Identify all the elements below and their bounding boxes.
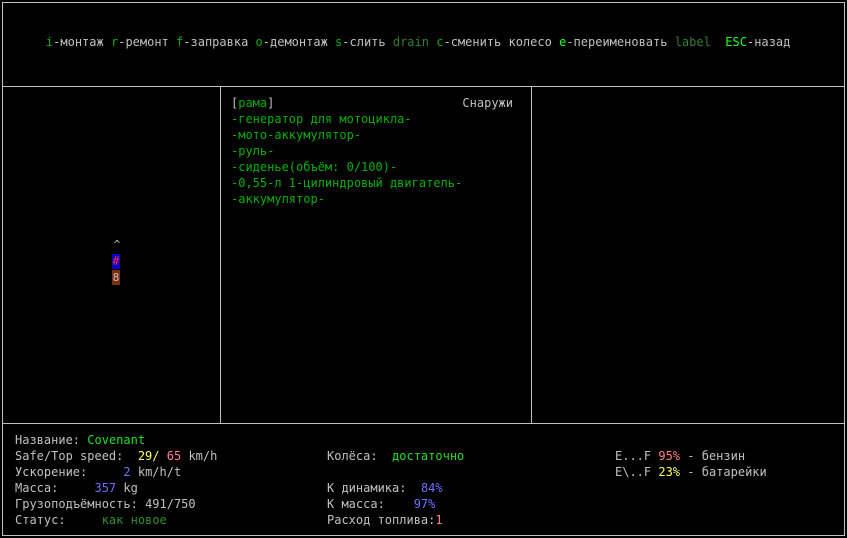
key-drain[interactable]: drain [393,35,429,49]
fuel-percent: 95% [658,449,681,463]
k-mass-value: 97% [413,497,436,511]
part-item-moto-battery[interactable]: -мото-аккумулятор- [231,127,523,143]
part-details-panel [531,87,845,424]
key-refuel[interactable]: f-заправка [176,35,248,49]
key-label[interactable]: label [675,35,711,49]
wheels-value: достаточно [392,449,465,463]
k-dynamics-row: К динамика: 84% [327,481,443,495]
fuel-consumption-value: 1 [435,513,443,527]
part-item-engine[interactable]: -0,55-л 1-цилиндровый двигатель- [231,175,523,191]
seat-tile[interactable]: # [112,254,120,269]
vehicle-name-row: Название: Covenant [15,433,146,447]
vehicle-map-panel: ^ # 8 [2,87,221,424]
key-install[interactable]: i-монтаж [46,35,104,49]
parts-list-header: [рама] Снаружи [231,96,513,110]
battery-gauge: E\..F [615,465,652,479]
mass-row: Масса: 357 kg [15,481,138,495]
part-item-generator[interactable]: -генератор для мотоцикла- [231,111,523,127]
speed-row: Safe/Top speed: 29/ 65 km/h [15,449,218,463]
key-escape[interactable]: ESC-назад [725,35,790,49]
mass-value: 357 [94,481,117,495]
key-repair[interactable]: r-ремонт [111,35,169,49]
acceleration-row: Ускорение: 2 km/h/t [15,465,182,479]
parts-list-panel: [рама] Снаружи -генератор для мотоцикла- … [220,87,532,424]
keybinding-panel: i-монтаж r-ремонт f-заправка o-демонтаж … [2,2,845,87]
fuel-gauge: E...F [615,449,652,463]
keybinding-bar: i-монтаж r-ремонт f-заправка o-демонтаж … [17,18,790,66]
vehicle-sprite[interactable]: ^ # 8 [111,238,123,318]
k-dynamics-value: 84% [420,481,443,495]
key-change-wheel[interactable]: c-сменить колесо [436,35,552,49]
status-value: как новое [101,513,167,527]
battery-percent: 23% [658,465,681,479]
top-speed: 65 [166,449,182,463]
vehicle-name: Covenant [87,433,146,447]
key-siphon[interactable]: s-слить [335,35,386,49]
part-location: Снаружи [462,96,513,110]
frame-part[interactable]: рама [238,96,267,110]
part-item-battery[interactable]: -аккумулятор- [231,191,523,207]
capacity-value: 491/750 [145,497,196,511]
wheels-row: Колёса: достаточно [327,449,465,463]
status-row: Статус: как новое [15,513,167,527]
capacity-row: Грузоподъёмность: 491/750 [15,497,196,511]
fuel-gauge-row: E...F 95% - бензин [615,449,746,463]
acceleration-value: 2 [123,465,131,479]
parts-list: [рама] Снаружи -генератор для мотоцикла- … [231,95,523,207]
key-rename[interactable]: e-переименовать [559,35,667,49]
k-mass-row: К масса: 97% [327,497,436,511]
key-remove[interactable]: o-демонтаж [256,35,328,49]
battery-gauge-row: E\..F 23% - батарейки [615,465,767,479]
front-marker-icon: ^ [113,238,121,251]
safe-speed: 29/ [137,449,160,463]
body-tile[interactable]: 8 [112,270,120,285]
fuel-consumption-row: Расход топлива:1 [327,513,443,527]
part-item-seat[interactable]: -сиденье(объём: 0/100)- [231,159,523,175]
part-item-handlebar[interactable]: -руль- [231,143,523,159]
vehicle-stats-panel: Название: Covenant Safe/Top speed: 29/ 6… [2,423,845,536]
